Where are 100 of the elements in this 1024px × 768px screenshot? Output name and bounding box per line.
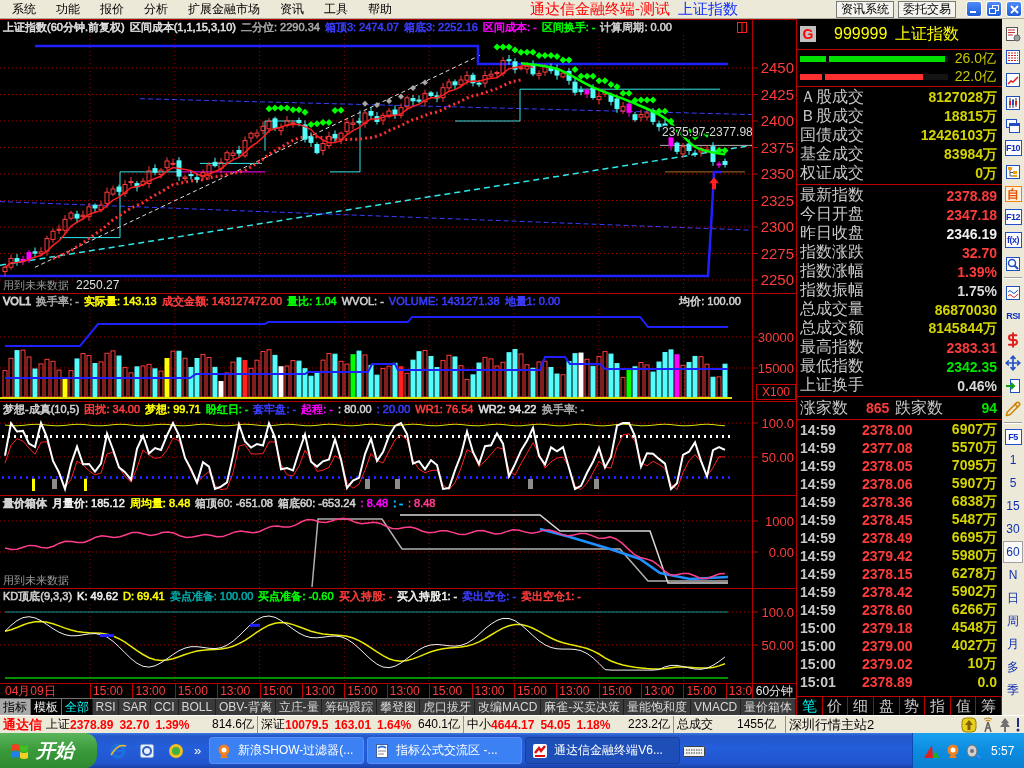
indicator-value: 箱顶3: 2474.07 <box>324 20 399 35</box>
indicator-value: WR2: 94.22 <box>478 402 537 417</box>
axis-label: 2275 <box>760 244 794 262</box>
tick-time: 15:01 <box>800 674 837 690</box>
tick-price: 2378.49 <box>862 530 913 546</box>
period-button[interactable]: 5 <box>1003 472 1023 494</box>
top-button[interactable]: 委托交易 <box>898 0 956 18</box>
period-button[interactable]: 季 <box>1003 679 1023 701</box>
close-button[interactable] <box>1006 1 1022 17</box>
future-data-note: 用到未来数据 <box>3 574 69 586</box>
indicator-value: 困扰: 34.00 <box>84 402 141 417</box>
period-button[interactable]: 1 <box>1003 449 1023 471</box>
minimize-button[interactable] <box>966 1 982 17</box>
indicator-title: 量价箱体 <box>3 496 47 511</box>
axis-label: 30000 <box>757 329 794 345</box>
menu-item[interactable]: 工具 <box>314 0 358 18</box>
tick-volume: 0.0 <box>977 674 997 690</box>
stat-label: Ａ股成交 <box>800 87 864 107</box>
tick-time: 14:59 <box>800 512 837 528</box>
tick-volume: 4548万 <box>951 619 997 637</box>
line-chart-icon <box>1005 71 1021 88</box>
tick-volume: 10万 <box>967 655 997 673</box>
tool-button[interactable]: 自 <box>1004 186 1022 202</box>
period-button[interactable]: 30 <box>1003 518 1023 540</box>
menu-item[interactable]: 扩展金融市场 <box>178 0 270 18</box>
tick-price: 2379.02 <box>862 656 913 672</box>
indicator-tab[interactable]: 筹码跟踪 <box>322 699 378 715</box>
tree-icon <box>999 716 1011 733</box>
top-button[interactable]: 资讯系统 <box>836 0 894 18</box>
indicator-tab[interactable]: VMACD <box>691 699 742 715</box>
square-icon[interactable] <box>737 22 747 33</box>
menu-item[interactable]: 报价 <box>90 0 134 18</box>
restore-icon <box>989 4 999 14</box>
ring-icon <box>137 741 156 760</box>
menu-item[interactable]: 功能 <box>46 0 90 18</box>
server-name: 深圳行情主站2 <box>788 715 875 734</box>
indicator-value: 实际量: 143.13 <box>83 294 157 309</box>
period-button[interactable]: N <box>1003 564 1023 586</box>
security-name: 上证指数 <box>895 23 960 44</box>
stat-label: 基金成交 <box>800 144 864 164</box>
tick-price: 2378.89 <box>862 674 913 690</box>
axis-label: 2250 <box>760 271 794 289</box>
stat-value: 0.46% <box>957 377 997 394</box>
indicator-tab[interactable]: 改编MACD <box>475 699 542 715</box>
indicator-tab[interactable]: BOLL <box>178 699 217 715</box>
indicator-value: 梦想: 99.71 <box>145 402 201 417</box>
task-button[interactable]: 通达信金融终端V6... <box>525 737 681 764</box>
tool-button[interactable]: F10 <box>1004 140 1022 156</box>
dollar-icon <box>1005 331 1021 348</box>
stat-value: 86870030 <box>934 301 997 318</box>
tick-time: 14:59 <box>800 566 837 582</box>
tool-button[interactable]: RSI <box>1002 307 1024 324</box>
period-button[interactable]: 多 <box>1003 656 1023 678</box>
period-button[interactable]: 月 <box>1003 633 1023 655</box>
axis-label: 2400 <box>760 112 794 130</box>
indicator-tab[interactable]: RSI <box>92 699 120 715</box>
axis-label: 50.00 <box>761 637 794 653</box>
tick-time: 15:00 <box>800 620 837 636</box>
period-button[interactable]: 日 <box>1003 587 1023 609</box>
indicator-value: 箱底60: -653.24 <box>277 496 356 511</box>
stat-value: 18815万 <box>944 107 997 126</box>
flow-value: 22.0亿 <box>954 68 996 86</box>
task-button[interactable]: 新浪SHOW-过滤器(... <box>209 737 365 764</box>
indicator-tab[interactable]: SAR <box>119 699 151 715</box>
menu-item[interactable]: 资讯 <box>270 0 314 18</box>
indicator-value: 周均量: 8.48 <box>129 496 191 511</box>
tool-button[interactable]: f(x) <box>1004 232 1022 248</box>
mode-tab[interactable]: 指标 <box>0 699 31 715</box>
indicator-tab[interactable]: 量能饱和度 <box>624 699 691 715</box>
antenna-icon <box>981 716 995 733</box>
axis-label: 0.00 <box>768 544 794 560</box>
browser-icon <box>108 741 127 760</box>
indicator-tab[interactable]: 麻雀-买卖决策 <box>541 699 625 715</box>
indicator-tab[interactable]: 虎口拔牙 <box>420 699 476 715</box>
menu-item[interactable]: 系统 <box>2 0 46 18</box>
tick-volume: 5902万 <box>951 583 997 601</box>
tick-price: 2378.00 <box>862 422 913 438</box>
start-button[interactable]: 开始 <box>0 733 97 768</box>
period-button[interactable]: 周 <box>1003 610 1023 632</box>
tool-button[interactable]: F12 <box>1004 209 1022 225</box>
tick-time: 14:59 <box>800 530 837 546</box>
menu-item[interactable]: 帮助 <box>358 0 402 18</box>
indicator-tab[interactable]: 量价箱体 <box>741 699 797 715</box>
stat-label: 今日开盘 <box>800 204 864 224</box>
period-button[interactable]: 60 <box>1003 541 1023 563</box>
indicator-tab[interactable]: OBV-背离 <box>216 699 276 715</box>
flow-value: 26.0亿 <box>954 50 996 68</box>
period-button[interactable]: 15 <box>1003 495 1023 517</box>
tick-volume: 6695万 <box>951 529 997 547</box>
indicator-tab[interactable]: 立庄-量 <box>275 699 323 715</box>
indicator-tab[interactable]: 攀登图 <box>377 699 421 715</box>
indicator-tab[interactable]: CCI <box>151 699 179 715</box>
tool-button[interactable]: F5 <box>1004 429 1022 445</box>
task-button[interactable]: 指标公式交流区 -... <box>367 737 523 764</box>
indicator-value: 箱底3: 2252.16 <box>403 20 478 35</box>
more-button[interactable]: » <box>194 743 202 758</box>
future-data-note: 用到未来数据 <box>3 279 69 291</box>
tree-icon <box>1005 163 1021 180</box>
menu-item[interactable]: 分析 <box>134 0 178 18</box>
restore-button[interactable] <box>986 1 1002 17</box>
